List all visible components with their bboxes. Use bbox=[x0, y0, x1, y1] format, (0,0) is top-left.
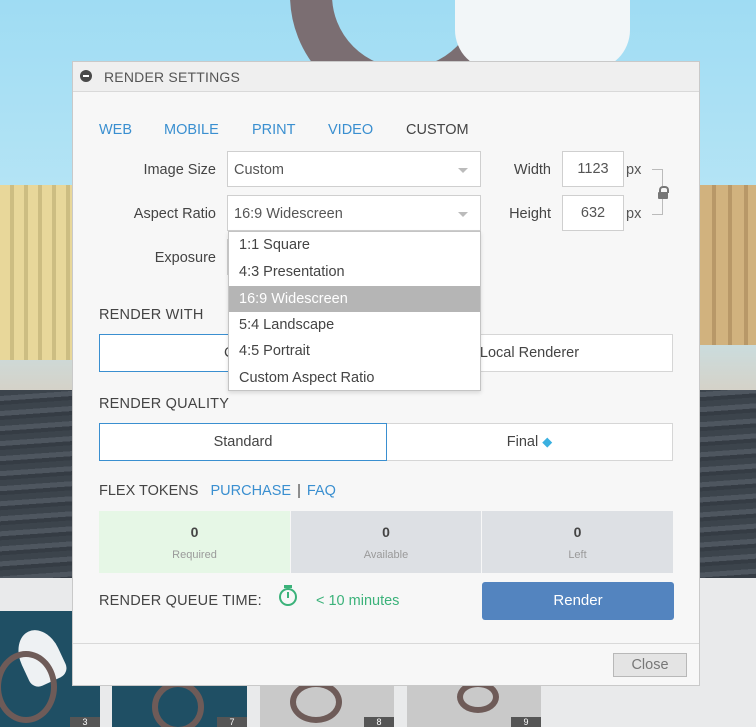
tab-print[interactable]: PRINT bbox=[252, 122, 296, 138]
thumbnail-badge: 8 bbox=[364, 717, 394, 727]
aspect-option-custom[interactable]: Custom Aspect Ratio bbox=[229, 365, 480, 391]
height-unit: px bbox=[626, 206, 642, 222]
aspect-option-portrait[interactable]: 4:5 Portrait bbox=[229, 338, 480, 364]
lamp-arm-image bbox=[290, 681, 342, 723]
height-input[interactable]: 632 bbox=[562, 195, 624, 231]
image-size-value: Custom bbox=[234, 162, 284, 178]
quality-standard-option[interactable]: Standard bbox=[99, 423, 387, 461]
background-cylinder bbox=[455, 0, 630, 70]
token-required-value: 0 bbox=[190, 524, 199, 540]
image-size-label: Image Size bbox=[143, 162, 216, 178]
link-separator: | bbox=[297, 483, 301, 499]
token-left-caption: Left bbox=[568, 549, 587, 561]
render-quality-heading: RENDER QUALITY bbox=[99, 396, 230, 412]
render-queue-label: RENDER QUEUE TIME: bbox=[99, 593, 262, 609]
thumbnail-badge: 3 bbox=[70, 717, 100, 727]
aspect-ratio-dropdown: 1:1 Square 4:3 Presentation 16:9 Widescr… bbox=[228, 231, 481, 391]
tab-video[interactable]: VIDEO bbox=[328, 122, 373, 138]
exposure-label: Exposure bbox=[154, 250, 216, 266]
background-building-right bbox=[700, 185, 756, 345]
dialog-titlebar[interactable]: RENDER SETTINGS bbox=[73, 62, 699, 92]
render-settings-dialog: RENDER SETTINGS WEB MOBILE PRINT VIDEO C… bbox=[72, 61, 700, 686]
aspect-option-widescreen[interactable]: 16:9 Widescreen bbox=[229, 286, 480, 312]
chevron-down-icon bbox=[458, 212, 468, 217]
aspect-option-landscape[interactable]: 5:4 Landscape bbox=[229, 312, 480, 338]
render-queue-time: < 10 minutes bbox=[316, 593, 400, 609]
flex-tokens-heading: FLEX TOKENS bbox=[99, 483, 199, 499]
token-required-tile: 0 Required bbox=[99, 511, 290, 573]
diamond-icon: ◆ bbox=[542, 434, 553, 449]
render-button[interactable]: Render bbox=[482, 582, 674, 620]
aspect-ratio-select[interactable]: 16:9 Widescreen bbox=[227, 195, 481, 231]
lamp-arm-image bbox=[0, 651, 57, 723]
aspect-ratio-value: 16:9 Widescreen bbox=[234, 206, 343, 222]
token-required-caption: Required bbox=[172, 549, 217, 561]
tab-web[interactable]: WEB bbox=[99, 122, 132, 138]
thumbnail-badge: 9 bbox=[511, 717, 541, 727]
image-size-select[interactable]: Custom bbox=[227, 151, 481, 187]
quality-final-option[interactable]: Final ◆ bbox=[386, 423, 673, 461]
dialog-title: RENDER SETTINGS bbox=[104, 69, 241, 85]
chevron-down-icon bbox=[458, 168, 468, 173]
lock-icon[interactable] bbox=[657, 186, 669, 199]
tab-custom[interactable]: CUSTOM bbox=[406, 122, 469, 138]
width-label: Width bbox=[513, 162, 551, 178]
faq-link[interactable]: FAQ bbox=[307, 483, 336, 499]
height-label: Height bbox=[509, 206, 551, 222]
token-available-value: 0 bbox=[382, 524, 390, 540]
token-left-tile: 0 Left bbox=[482, 511, 673, 573]
token-left-value: 0 bbox=[573, 524, 582, 540]
quality-final-label: Final bbox=[506, 434, 539, 450]
close-button[interactable]: Close bbox=[613, 653, 687, 677]
background-building-left bbox=[0, 185, 72, 360]
thumbnail-badge: 7 bbox=[217, 717, 247, 727]
token-available-caption: Available bbox=[363, 549, 409, 561]
clock-icon bbox=[279, 585, 297, 606]
lamp-arm-image bbox=[152, 681, 204, 727]
flex-tokens-header: FLEX TOKENS PURCHASE | FAQ bbox=[99, 483, 336, 499]
dialog-footer-divider bbox=[73, 643, 699, 644]
aspect-ratio-label: Aspect Ratio bbox=[133, 206, 216, 222]
render-with-heading: RENDER WITH bbox=[99, 307, 204, 323]
width-unit: px bbox=[626, 162, 642, 178]
aspect-option-square[interactable]: 1:1 Square bbox=[229, 232, 480, 258]
tab-mobile[interactable]: MOBILE bbox=[164, 122, 219, 138]
aspect-option-presentation[interactable]: 4:3 Presentation bbox=[229, 259, 480, 285]
purchase-link[interactable]: PURCHASE bbox=[210, 483, 291, 499]
width-input[interactable]: 1123 bbox=[562, 151, 624, 187]
token-available-tile: 0 Available bbox=[291, 511, 481, 573]
minus-circle-icon[interactable] bbox=[80, 70, 92, 82]
